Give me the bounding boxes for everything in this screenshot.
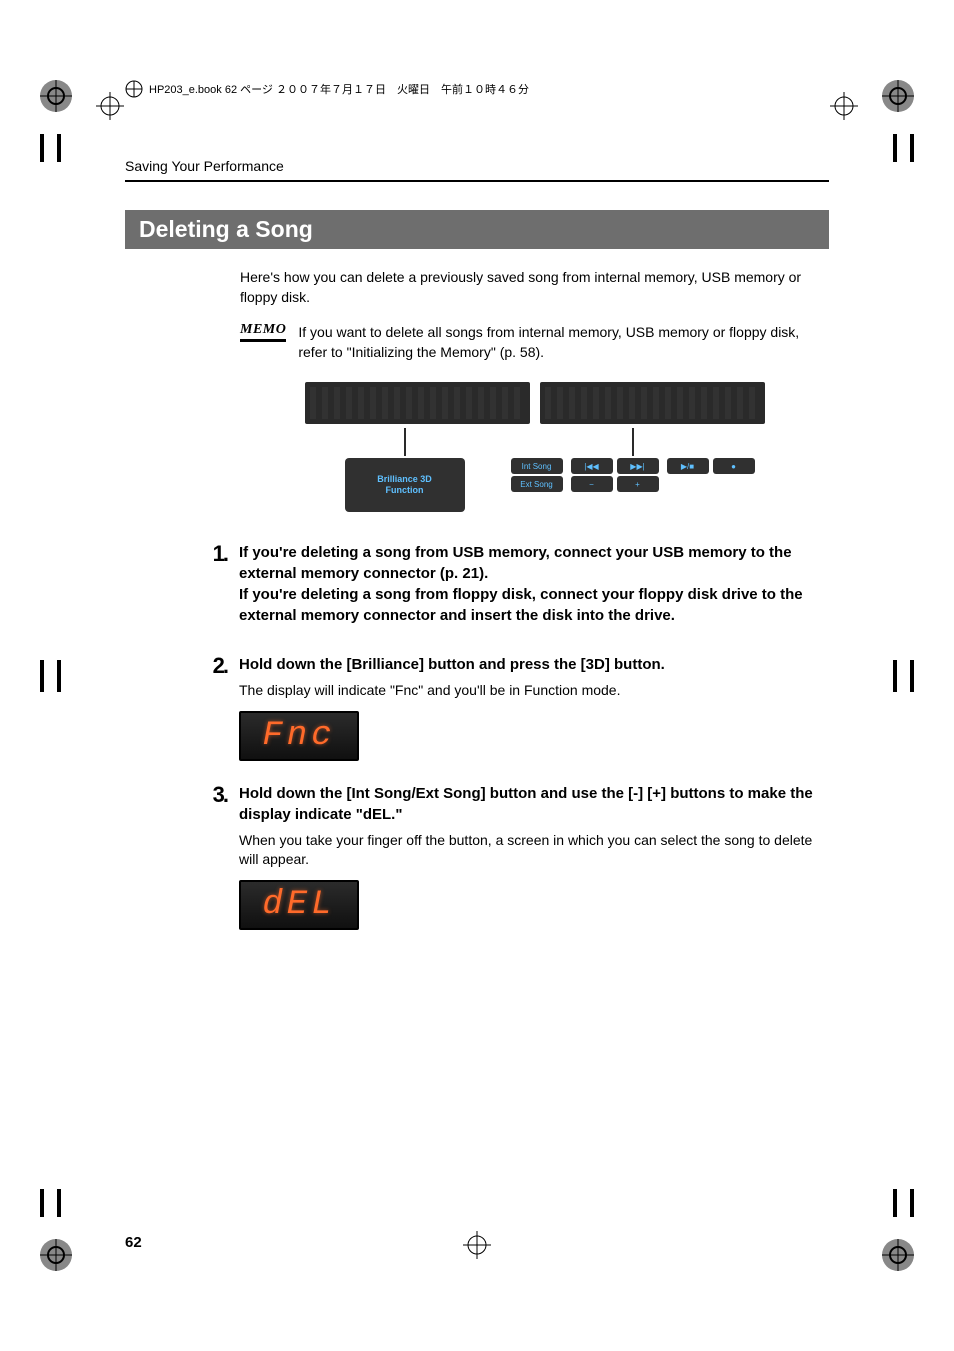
page-number: 62 [125, 1234, 142, 1251]
trim-bar [40, 134, 44, 162]
callout-label: Brilliance 3D [377, 474, 432, 484]
framemaker-header-text: HP203_e.book 62 ページ ２００７年７月１７日 火曜日 午前１０時… [149, 81, 529, 97]
registration-mark-br [880, 1237, 916, 1273]
step-2: 2. Hold down the [Brilliance] button and… [205, 654, 829, 761]
memo-icon: MEMO [240, 322, 286, 342]
panel-graphic-left [305, 382, 530, 424]
ext-song-button-graphic: Ext Song [511, 476, 563, 492]
lcd-fnc: Fnc [239, 711, 359, 761]
next-button-graphic: ▶▶| [617, 458, 659, 474]
trim-bar [57, 1189, 61, 1217]
trim-bar [40, 1189, 44, 1217]
memo-row: MEMO If you want to delete all songs fro… [240, 322, 829, 363]
step-text: The display will indicate "Fnc" and you'… [239, 681, 829, 701]
registration-mark-tl [38, 78, 74, 114]
panel-graphic-right [540, 382, 765, 424]
callout-brilliance-3d: Brilliance 3D Function [345, 458, 465, 512]
step-1: 1. If you're deleting a song from USB me… [205, 542, 829, 632]
play-button-graphic: ▶/■ [667, 458, 709, 474]
intro-text: Here's how you can delete a previously s… [240, 267, 829, 308]
framemaker-header: HP203_e.book 62 ページ ２００７年７月１７日 火曜日 午前１０時… [125, 80, 829, 98]
minus-button-graphic: − [571, 476, 613, 492]
rule [125, 180, 829, 182]
trim-bar [910, 1189, 914, 1217]
step-heading: Hold down the [Brilliance] button and pr… [239, 654, 829, 675]
trim-bar [893, 660, 897, 692]
trim-bar [910, 660, 914, 692]
callout-song-controls: Int Song Ext Song |◀◀ ▶▶| − + [511, 458, 755, 492]
step-3: 3. Hold down the [Int Song/Ext Song] but… [205, 783, 829, 930]
callout-line [632, 428, 634, 456]
callout-line [404, 428, 406, 456]
int-song-button-graphic: Int Song [511, 458, 563, 474]
trim-bar [893, 134, 897, 162]
step-heading: Hold down the [Int Song/Ext Song] button… [239, 783, 829, 825]
trim-bar [910, 134, 914, 162]
running-head: Saving Your Performance [125, 158, 829, 174]
crosshair-tr [830, 92, 858, 120]
trim-bar [57, 134, 61, 162]
prev-button-graphic: |◀◀ [571, 458, 613, 474]
plus-button-graphic: + [617, 476, 659, 492]
step-heading: If you're deleting a song from USB memor… [239, 542, 829, 626]
memo-text: If you want to delete all songs from int… [298, 322, 829, 363]
registration-mark-bl [38, 1237, 74, 1273]
section-heading: Deleting a Song [125, 210, 829, 249]
step-text: When you take your finger off the button… [239, 831, 829, 870]
rec-button-graphic: ● [713, 458, 755, 474]
panel-figure: Brilliance 3D Function Int Song Ext Song [305, 382, 765, 512]
trim-bar [893, 1189, 897, 1217]
crosshair-tl [96, 92, 124, 120]
lcd-del: dEL [239, 880, 359, 930]
registration-mark-tr [880, 78, 916, 114]
callout-label: Function [386, 485, 424, 495]
trim-bar [57, 660, 61, 692]
trim-bar [40, 660, 44, 692]
